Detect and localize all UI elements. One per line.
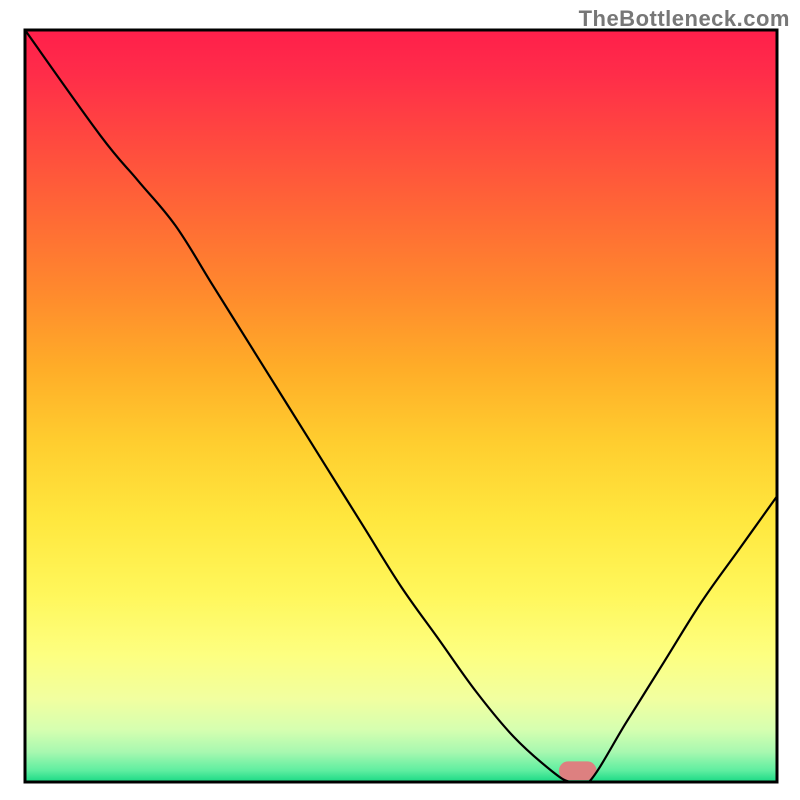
marker-pill <box>559 761 597 780</box>
bottleneck-chart <box>0 0 800 800</box>
chart-container: { "watermark": "TheBottleneck.com", "cha… <box>0 0 800 800</box>
watermark-text: TheBottleneck.com <box>579 6 790 32</box>
gradient-background <box>25 30 777 782</box>
